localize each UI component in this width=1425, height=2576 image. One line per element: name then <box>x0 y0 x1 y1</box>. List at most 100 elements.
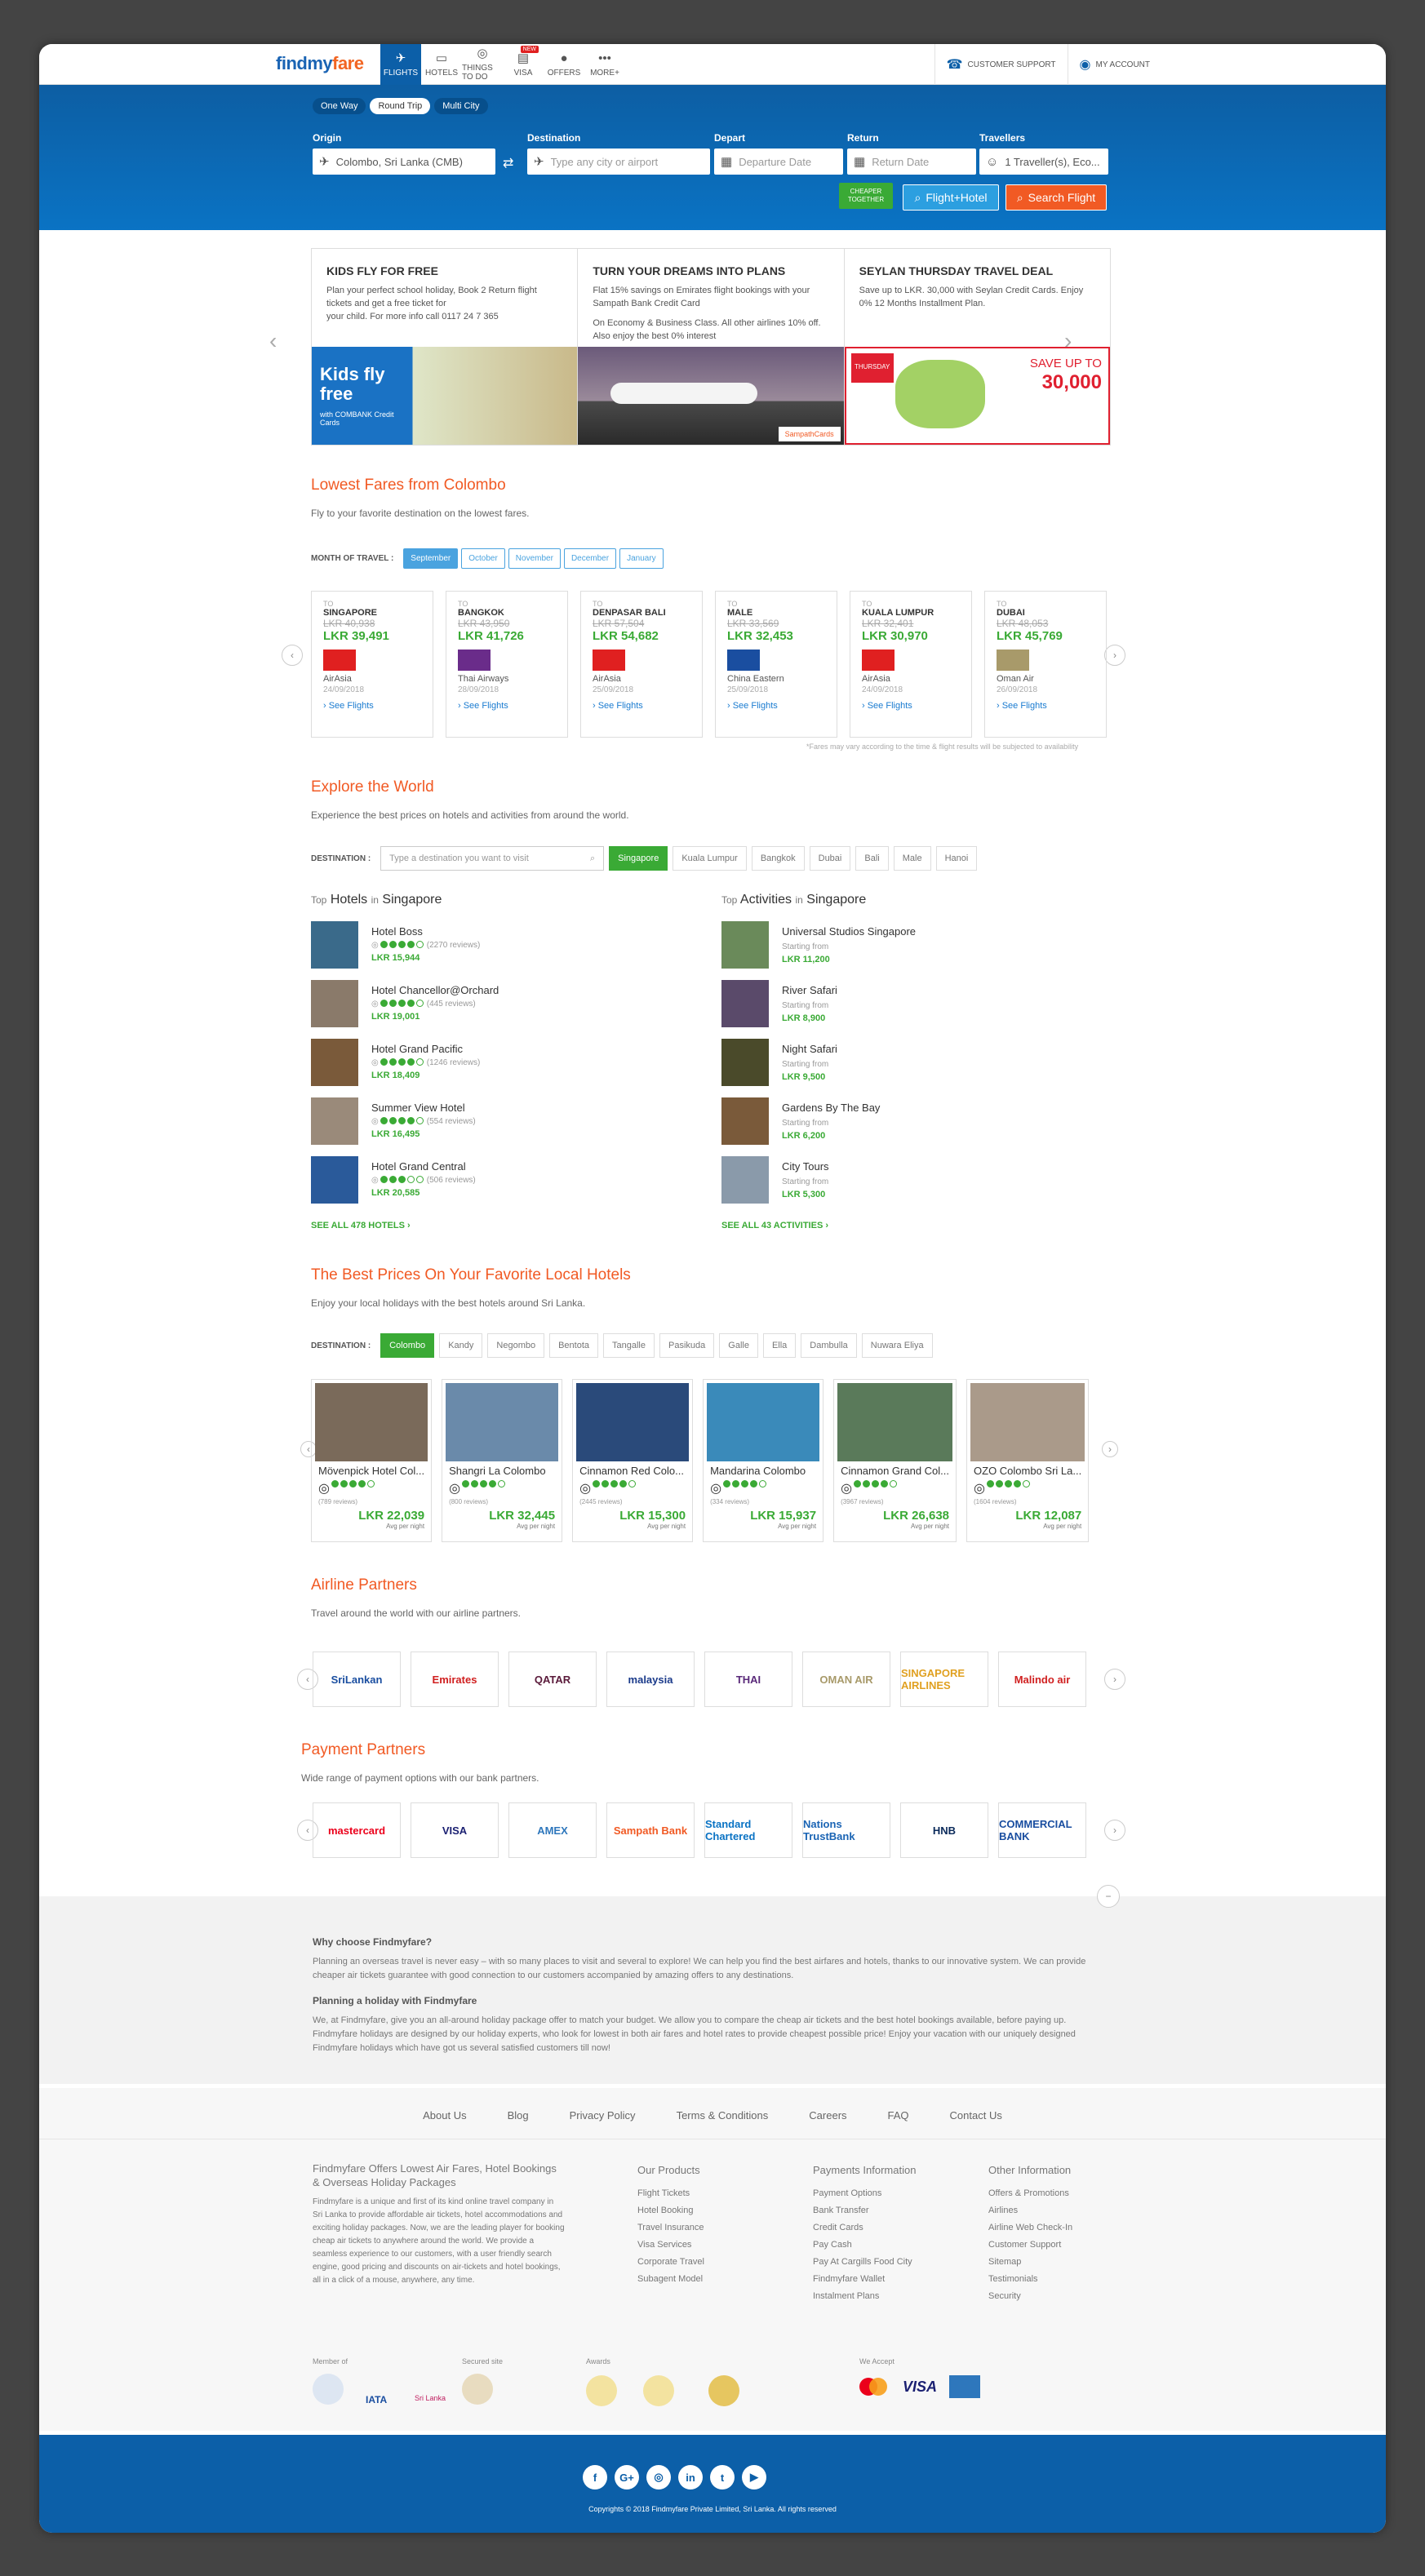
flight-hotel-button[interactable]: ⌕ Flight+Hotel <box>903 184 999 211</box>
nav-things-to-do[interactable]: ◎ THINGS TO DO <box>462 44 503 85</box>
payment-logo[interactable]: Nations TrustBank <box>802 1802 890 1858</box>
footer-column-link[interactable]: Subagent Model <box>637 2271 704 2288</box>
nav-flights[interactable]: ✈ FLIGHTS <box>380 44 421 85</box>
footer-column-link[interactable]: Payment Options <box>813 2185 916 2202</box>
payment-logo[interactable]: AMEX <box>508 1802 597 1858</box>
destination-field[interactable]: ✈ Type any city or airport <box>527 149 710 175</box>
search-flight-button[interactable]: ⌕ Search Flight <box>1005 184 1107 211</box>
payment-logo[interactable]: Standard Chartered <box>704 1802 792 1858</box>
hotel-list-item[interactable]: Hotel Grand Central ◎ (506 reviews) LKR 20,… <box>311 1156 703 1207</box>
instagram-icon[interactable]: ◎ <box>646 2465 671 2490</box>
hotel-list-item[interactable]: Summer View Hotel ◎ (554 reviews) LKR 16,49… <box>311 1097 703 1148</box>
payment-logo[interactable]: COMMERCIAL BANK <box>998 1802 1086 1858</box>
local-hotel-card[interactable]: Cinnamon Red Colo... ◎ (2445 reviews) LKR 1… <box>572 1379 694 1542</box>
round-trip-option[interactable]: Round Trip <box>370 98 431 114</box>
return-date-field[interactable]: ▦ Return Date <box>847 149 976 175</box>
footer-column-link[interactable]: Corporate Travel <box>637 2254 704 2271</box>
multi-city-option[interactable]: Multi City <box>434 98 488 114</box>
fare-card[interactable]: TO KUALA LUMPUR LKR 32,401 LKR 30,970 AirAsi… <box>850 591 972 738</box>
destination-chip[interactable]: Male <box>893 846 931 871</box>
promo-emirates-sampath[interactable]: TURN YOUR DREAMS INTO PLANS Flat 15% sav… <box>578 249 845 445</box>
local-destination-chip[interactable]: Negombo <box>487 1333 545 1358</box>
month-option[interactable]: October <box>461 548 505 569</box>
one-way-option[interactable]: One Way <box>313 98 366 114</box>
footer-column-link[interactable]: Pay Cash <box>813 2237 916 2254</box>
youtube-icon[interactable]: ▶ <box>742 2465 766 2490</box>
fares-prev-icon[interactable]: ‹ <box>282 645 303 666</box>
see-all-hotels-link[interactable]: SEE ALL 478 HOTELS › <box>311 1221 411 1230</box>
local-destination-chip[interactable]: Ella <box>762 1333 797 1358</box>
airline-logo[interactable]: THAI <box>704 1652 792 1707</box>
origin-field[interactable]: ✈ Colombo, Sri Lanka (CMB) <box>313 149 495 175</box>
footer-link[interactable]: FAQ <box>888 2109 909 2122</box>
linkedin-icon[interactable]: in <box>678 2465 703 2490</box>
payment-logo[interactable]: mastercard <box>313 1802 401 1858</box>
footer-column-link[interactable]: Airlines <box>988 2202 1072 2219</box>
local-destination-chip[interactable]: Pasikuda <box>659 1333 715 1358</box>
promo-seylan-thursday[interactable]: SEYLAN THURSDAY TRAVEL DEAL Save up to L… <box>844 249 1110 445</box>
footer-column-link[interactable]: Travel Insurance <box>637 2219 704 2237</box>
twitter-icon[interactable]: t <box>710 2465 735 2490</box>
fare-card[interactable]: TO MALE LKR 33,569 LKR 32,453 China Eastern 2… <box>715 591 837 738</box>
activity-list-item[interactable]: Universal Studios Singapore Starting from… <box>721 921 1113 972</box>
see-flights-link[interactable]: › See Flights <box>862 701 960 711</box>
footer-column-link[interactable]: Findmyfare Wallet <box>813 2271 916 2288</box>
hotel-list-item[interactable]: Hotel Grand Pacific ◎ (1246 reviews) LKR 18… <box>311 1039 703 1089</box>
footer-column-link[interactable]: Visa Services <box>637 2237 704 2254</box>
destination-chip[interactable]: Bangkok <box>751 846 805 871</box>
footer-column-link[interactable]: Customer Support <box>988 2237 1072 2254</box>
local-destination-chip[interactable]: Bentota <box>549 1333 599 1358</box>
carousel-prev-icon[interactable]: ‹ <box>269 328 277 354</box>
collapse-icon[interactable]: − <box>1097 1885 1120 1908</box>
footer-column-link[interactable]: Airline Web Check-In <box>988 2219 1072 2237</box>
footer-link[interactable]: Careers <box>809 2109 846 2122</box>
footer-column-link[interactable]: Credit Cards <box>813 2219 916 2237</box>
local-destination-chip[interactable]: Colombo <box>380 1333 435 1358</box>
promo-kids-fly-free[interactable]: KIDS FLY FOR FREE Plan your perfect scho… <box>312 249 579 445</box>
hotel-list-item[interactable]: Hotel Boss ◎ (2270 reviews) LKR 15,944 <box>311 921 703 972</box>
see-flights-link[interactable]: › See Flights <box>997 701 1094 711</box>
footer-column-link[interactable]: Testimonials <box>988 2271 1072 2288</box>
airlines-next-icon[interactable]: › <box>1104 1669 1125 1690</box>
footer-column-link[interactable]: Sitemap <box>988 2254 1072 2271</box>
airline-logo[interactable]: SriLankan <box>313 1652 401 1707</box>
see-flights-link[interactable]: › See Flights <box>593 701 690 711</box>
google-plus-icon[interactable]: G+ <box>615 2465 639 2490</box>
footer-column-link[interactable]: Instalment Plans <box>813 2288 916 2305</box>
airline-logo[interactable]: SINGAPORE AIRLINES <box>900 1652 988 1707</box>
destination-search-input[interactable]: Type a destination you want to visit ⌕ <box>380 846 605 871</box>
payment-logo[interactable]: HNB <box>900 1802 988 1858</box>
swap-icon[interactable]: ⇄ <box>503 155 513 171</box>
nav-hotels[interactable]: ▭ HOTELS <box>421 44 462 85</box>
payment-logo[interactable]: VISA <box>411 1802 499 1858</box>
airline-logo[interactable]: Malindo air <box>998 1652 1086 1707</box>
destination-chip[interactable]: Hanoi <box>935 846 978 871</box>
local-hotel-card[interactable]: OZO Colombo Sri La... ◎ (1604 reviews) LKR … <box>966 1379 1090 1542</box>
footer-link[interactable]: Blog <box>508 2109 529 2122</box>
local-destination-chip[interactable]: Kandy <box>439 1333 483 1358</box>
local-destination-chip[interactable]: Dambulla <box>801 1333 857 1358</box>
footer-column-link[interactable]: Security <box>988 2288 1072 2305</box>
footer-column-link[interactable]: Bank Transfer <box>813 2202 916 2219</box>
month-option[interactable]: September <box>403 548 459 569</box>
footer-column-link[interactable]: Flight Tickets <box>637 2185 704 2202</box>
footer-column-link[interactable]: Hotel Booking <box>637 2202 704 2219</box>
local-hotel-card[interactable]: Mövenpick Hotel Col... ◎ (789 reviews) LKR … <box>311 1379 433 1542</box>
local-hotel-card[interactable]: Mandarina Colombo ◎ (334 reviews) LKR 15,93… <box>703 1379 824 1542</box>
see-flights-link[interactable]: › See Flights <box>727 701 825 711</box>
activity-list-item[interactable]: Gardens By The Bay Starting from LKR 6,200 <box>721 1097 1113 1148</box>
hotel-list-item[interactable]: Hotel Chancellor@Orchard ◎ (445 reviews) LK… <box>311 980 703 1031</box>
local-destination-chip[interactable]: Nuwara Eliya <box>861 1333 933 1358</box>
airline-logo[interactable]: OMAN AIR <box>802 1652 890 1707</box>
local-hotel-card[interactable]: Shangri La Colombo ◎ (800 reviews) LKR 32,4… <box>442 1379 563 1542</box>
footer-link[interactable]: About Us <box>423 2109 466 2122</box>
payments-next-icon[interactable]: › <box>1104 1820 1125 1841</box>
destination-chip[interactable]: Bali <box>855 846 889 871</box>
footer-column-link[interactable]: Pay At Cargills Food City <box>813 2254 916 2271</box>
footer-link[interactable]: Contact Us <box>950 2109 1002 2122</box>
facebook-icon[interactable]: f <box>583 2465 607 2490</box>
footer-link[interactable]: Terms & Conditions <box>677 2109 769 2122</box>
activity-list-item[interactable]: River Safari Starting from LKR 8,900 <box>721 980 1113 1031</box>
customer-support-link[interactable]: ☎ CUSTOMER SUPPORT <box>934 44 1068 85</box>
findmyfare-logo[interactable]: findmyfare <box>276 53 364 74</box>
